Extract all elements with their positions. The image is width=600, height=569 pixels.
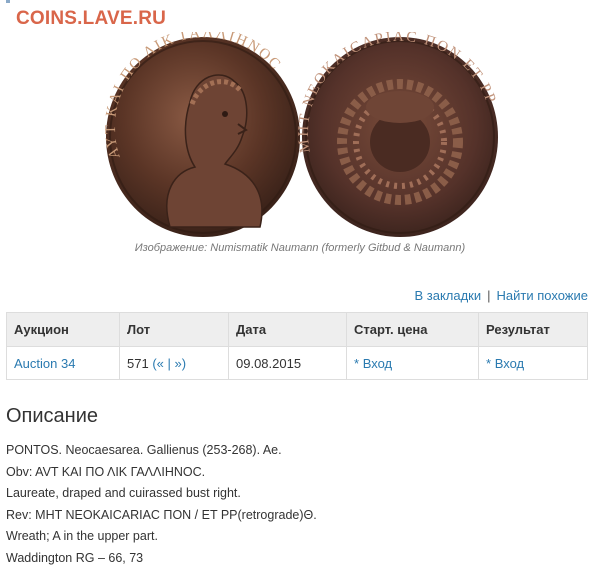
auction-cell: Auction 34 (7, 347, 120, 380)
description-line: Laureate, draped and cuirassed bust righ… (6, 483, 317, 505)
links-separator: | (487, 288, 490, 303)
result-login-link[interactable]: Вход (495, 356, 524, 371)
description-line: PONTOS. Neocaesarea. Gallienus (253-268)… (6, 440, 317, 462)
column-header-auction: Аукцион (7, 313, 120, 347)
auction-link[interactable]: Auction 34 (14, 356, 75, 371)
description-line: Wreath; A in the upper part. (6, 526, 317, 548)
bookmark-link[interactable]: В закладки (414, 288, 481, 303)
start-price-prefix: * (354, 356, 359, 371)
lot-nav-separator: | (168, 356, 171, 371)
column-header-date: Дата (229, 313, 347, 347)
prev-lot-link[interactable]: « (157, 356, 164, 371)
column-header-start-price: Старт. цена (347, 313, 479, 347)
description-line: Waddington RG – 66, 73 (6, 548, 317, 569)
table-header-row: Аукцион Лот Дата Старт. цена Результат (7, 313, 588, 347)
table-row: Auction 34 571 (« | ») 09.08.2015 * Вход… (7, 347, 588, 380)
date-cell: 09.08.2015 (229, 347, 347, 380)
coin-photo: ΑΥΤ ΚΑΙ ΠΟ ΛΙΚ ΓΑΛΛΙΗΝΟC ΜΗΤ ΝΕΟΚΑΙCΑΡΙΑ… (100, 32, 500, 242)
lot-close-paren: ) (182, 356, 186, 371)
lot-number: 571 (127, 356, 149, 371)
description-line: Obv: AVT KAI ΠΟ ΛΙΚ ΓΑΛΛΙΗΝΟC. (6, 462, 317, 484)
coin-reverse: ΜΗΤ ΝΕΟΚΑΙCΑΡΙΑC ΠΟΝ ΕΤ ΡΡ (296, 32, 499, 237)
auction-table: Аукцион Лот Дата Старт. цена Результат A… (6, 312, 588, 380)
image-caption: Изображение: Numismatik Naumann (formerl… (0, 242, 600, 254)
action-links: В закладки | Найти похожие (414, 288, 588, 303)
coin-obverse: ΑΥΤ ΚΑΙ ΠΟ ΛΙΚ ΓΑΛΛΙΗΝΟC (103, 32, 300, 237)
result-cell: * Вход (479, 347, 588, 380)
column-header-result: Результат (479, 313, 588, 347)
site-watermark: COINS.LAVE.RU (16, 8, 166, 30)
description-title: Описание (6, 405, 98, 428)
top-edge-marker (6, 0, 10, 3)
start-price-cell: * Вход (347, 347, 479, 380)
start-price-login-link[interactable]: Вход (363, 356, 392, 371)
result-prefix: * (486, 356, 491, 371)
description-line: Rev: MHT NEOKAICARIAC ΠΟΝ / ET PP(retrog… (6, 505, 317, 527)
next-lot-link[interactable]: » (175, 356, 182, 371)
lot-cell: 571 (« | ») (120, 347, 229, 380)
find-similar-link[interactable]: Найти похожие (497, 288, 588, 303)
description-body: PONTOS. Neocaesarea. Gallienus (253-268)… (6, 440, 317, 569)
column-header-lot: Лот (120, 313, 229, 347)
